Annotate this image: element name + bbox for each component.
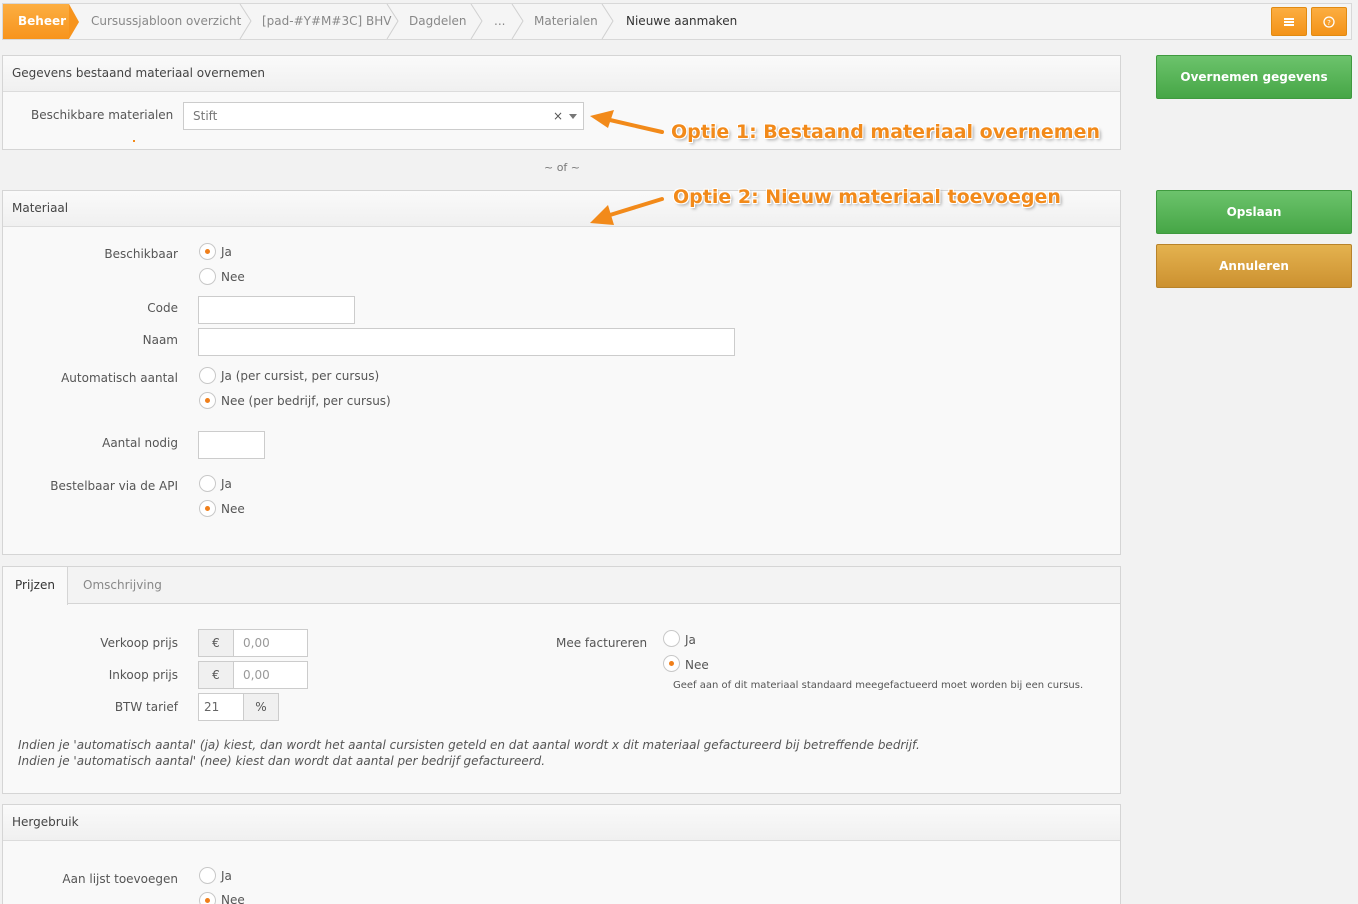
save-button[interactable]: Opslaan [1156,190,1352,234]
annotation-option-2: Optie 2: Nieuw materiaal toevoegen [673,186,1061,208]
available-label: Beschikbaar [104,247,178,261]
api-yes-radio[interactable] [199,475,216,492]
breadcrumb-separator [239,4,252,39]
invoice-yes-label[interactable]: Ja [685,633,696,647]
api-no-label[interactable]: Nee [221,502,245,516]
invoice-hint: Geef aan of dit materiaal standaard meeg… [673,680,1084,691]
vat-label: BTW tarief [114,700,178,714]
add-to-list-no-label[interactable]: Nee [221,893,245,904]
purchase-price-input[interactable]: 0,00 [233,661,308,689]
breadcrumb-item-beheer[interactable]: Beheer [3,4,79,39]
invoice-yes-radio[interactable] [663,630,680,647]
breadcrumb-separator [511,4,524,39]
breadcrumb-separator [601,4,614,39]
add-to-list-yes-label[interactable]: Ja [221,869,232,883]
material-panel: Materiaal Beschikbaar Ja Nee Code Naam A… [2,190,1121,555]
invoice-label: Mee factureren [556,636,648,650]
help-button[interactable]: ? [1311,7,1347,36]
cancel-button[interactable]: Annuleren [1156,244,1352,288]
prices-panel: Prijzen Omschrijving Verkoop prijs € 0,0… [2,566,1121,794]
annotation-option-1: Optie 1: Bestaand materiaal overnemen [671,121,1100,143]
panel-title: Gegevens bestaand materiaal overnemen [3,56,1120,92]
auto-count-label: Automatisch aantal [61,371,178,385]
available-no-label[interactable]: Nee [221,270,245,284]
code-input[interactable] [198,296,355,324]
euro-prefix: € [198,629,234,657]
available-no-radio[interactable] [199,268,216,285]
auto-count-note-1: Indien je 'automatisch aantal' (ja) kies… [18,738,920,752]
auto-count-no-label[interactable]: Nee (per bedrijf, per cursus) [221,394,391,408]
breadcrumb-separator [386,4,399,39]
percent-suffix: % [243,693,279,721]
select-value: Stift [193,109,218,123]
chevron-down-icon [569,114,577,119]
add-to-list-label: Aan lijst toevoegen [62,872,178,886]
list-button[interactable] [1271,7,1307,36]
sale-price-input[interactable]: 0,00 [233,629,308,657]
auto-count-note-2: Indien je 'automatisch aantal' (nee) kie… [18,754,546,768]
available-yes-label[interactable]: Ja [221,245,232,259]
annotation-arrow-2 [590,197,664,225]
available-yes-radio[interactable] [199,243,216,260]
annotation-arrow-1 [590,110,664,134]
euro-prefix: € [198,661,234,689]
needed-label: Aantal nodig [102,436,178,450]
auto-count-yes-label[interactable]: Ja (per cursist, per cursus) [221,369,379,383]
available-materials-label: Beschikbare materialen [31,108,174,122]
tab-prijzen[interactable]: Prijzen [3,567,68,605]
name-input[interactable] [198,328,735,356]
breadcrumb-item-template-overview[interactable]: Cursussjabloon overzicht [91,4,241,39]
purchase-price-label: Inkoop prijs [108,668,178,682]
breadcrumb-item-current: Nieuwe aanmaken [626,14,738,28]
breadcrumb-item-course[interactable]: [pad-#Y#M#3C] BHV [262,4,391,39]
available-materials-select[interactable]: Stift × [183,102,584,130]
vat-input[interactable]: 21 [198,693,244,721]
reuse-panel: Hergebruik Aan lijst toevoegen Ja Nee [2,804,1121,904]
clear-icon[interactable]: × [553,103,563,129]
required-marker [133,140,135,142]
breadcrumb: Beheer Cursussjabloon overzicht [pad-#Y#… [2,3,1352,40]
help-icon: ? [1323,15,1335,28]
breadcrumb-item-dagdelen[interactable]: Dagdelen [409,4,467,39]
breadcrumb-item-materialen[interactable]: Materialen [534,4,598,39]
sale-price-label: Verkoop prijs [100,636,178,650]
tab-bar: Prijzen Omschrijving [3,567,1120,605]
api-no-radio[interactable] [199,500,216,517]
code-label: Code [147,301,178,315]
invoice-no-radio[interactable] [663,655,680,672]
api-label: Bestelbaar via de API [50,479,178,493]
breadcrumb-separator [470,4,483,39]
auto-count-yes-radio[interactable] [199,367,216,384]
list-icon [1284,17,1294,26]
tab-omschrijving[interactable]: Omschrijving [83,567,162,604]
api-yes-label[interactable]: Ja [221,477,232,491]
auto-count-no-radio[interactable] [199,392,216,409]
invoice-no-label[interactable]: Nee [685,658,709,672]
or-divider: ~ of ~ [543,161,581,174]
add-to-list-yes-radio[interactable] [199,867,216,884]
breadcrumb-item-ellipsis[interactable]: ... [494,4,505,39]
svg-text:?: ? [1327,19,1331,27]
name-label: Naam [142,333,178,347]
add-to-list-no-radio[interactable] [199,892,216,904]
take-over-button[interactable]: Overnemen gegevens [1156,55,1352,99]
needed-input[interactable] [198,431,265,459]
panel-title: Hergebruik [3,805,1120,841]
